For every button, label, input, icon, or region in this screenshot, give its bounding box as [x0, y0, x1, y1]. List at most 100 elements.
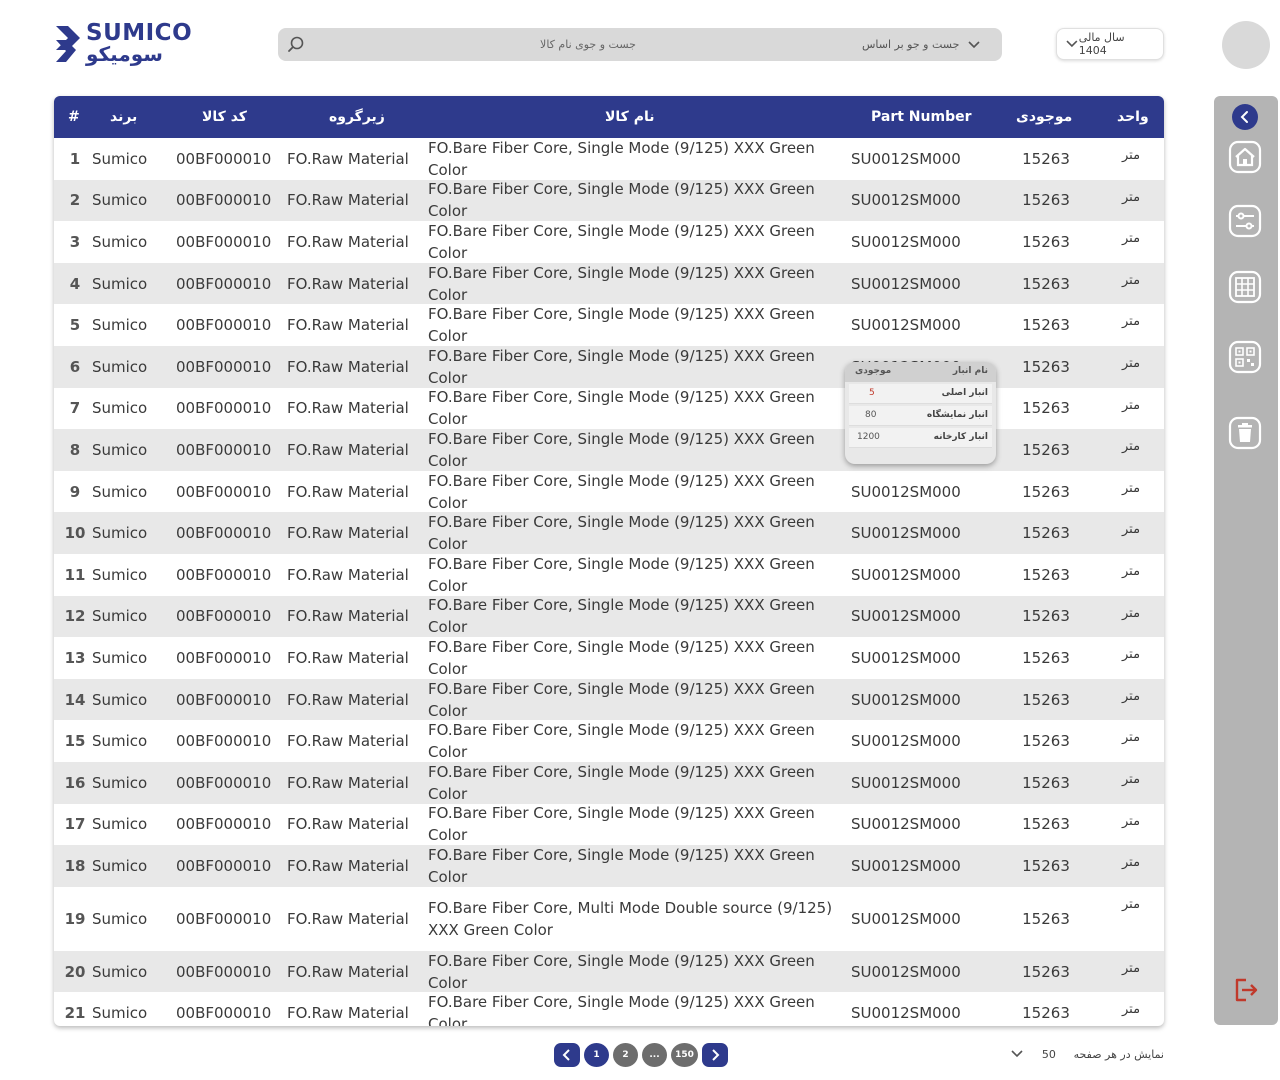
logo-chevrons-icon — [56, 26, 80, 62]
cell-code: 00BF000010 — [176, 357, 272, 376]
row-index: 21 — [64, 1004, 86, 1023]
table-row[interactable]: 11 Sumico 00BF000010 FO.Raw Material FO.Bare… — [54, 554, 1164, 596]
cell-part-number: SU0012SM000 — [851, 815, 961, 834]
page-button[interactable]: 1 — [584, 1043, 609, 1067]
row-index: 4 — [69, 274, 81, 293]
cell-stock[interactable]: 15263 — [1016, 263, 1076, 305]
prev-page-button[interactable] — [554, 1043, 580, 1067]
search-icon[interactable] — [286, 35, 306, 55]
cell-stock[interactable]: 15263 — [1016, 554, 1076, 596]
home-icon[interactable] — [1228, 140, 1262, 174]
row-index: 7 — [69, 399, 81, 418]
search-by-dropdown[interactable]: جست و جو بر اساس — [862, 28, 992, 61]
table-row[interactable]: 4 Sumico 00BF000010 FO.Raw Material FO.Bare … — [54, 262, 1164, 305]
search-bar: جست و جو بر اساس — [278, 28, 1002, 61]
trash-icon[interactable] — [1228, 416, 1262, 450]
table-row[interactable]: 14 Sumico 00BF000010 FO.Raw Material FO.Bare… — [54, 678, 1164, 721]
cell-stock[interactable]: 15263 — [1016, 720, 1076, 762]
table-row[interactable]: 6 Sumico 00BF000010 FO.Raw Material FO.Bare … — [54, 346, 1164, 388]
table-row[interactable]: 12 Sumico 00BF000010 FO.Raw Material FO.Bare… — [54, 595, 1164, 638]
cell-stock[interactable]: 15263 — [1016, 429, 1076, 471]
cell-stock[interactable]: 15263 — [1016, 845, 1076, 887]
avatar[interactable] — [1222, 21, 1270, 69]
fiscal-year-select[interactable]: سال مالی 1404 — [1056, 28, 1164, 60]
cell-subgroup: FO.Raw Material — [287, 440, 409, 459]
cell-subgroup: FO.Raw Material — [287, 399, 409, 418]
cell-name: FO.Bare Fiber Core, Single Mode (9/125) … — [428, 471, 815, 512]
table-row[interactable]: 21 Sumico 00BF000010 FO.Raw Material FO.Bare… — [54, 992, 1164, 1026]
qr-code-icon[interactable] — [1228, 340, 1262, 374]
cell-stock[interactable]: 15263 — [1016, 637, 1076, 679]
cell-subgroup: FO.Raw Material — [287, 482, 409, 501]
row-index: 20 — [64, 962, 86, 981]
cell-part-number: SU0012SM000 — [851, 191, 961, 210]
table-row[interactable]: 5 Sumico 00BF000010 FO.Raw Material FO.Bare … — [54, 304, 1164, 346]
cell-stock[interactable]: 15263 — [1016, 346, 1076, 388]
table-row[interactable]: 18 Sumico 00BF000010 FO.Raw Material FO.Bare… — [54, 845, 1164, 887]
cell-stock[interactable]: 15263 — [1016, 679, 1076, 721]
next-page-button[interactable] — [702, 1043, 728, 1067]
popup-col-stock: موجودی — [855, 366, 892, 376]
cell-stock[interactable]: 15263 — [1016, 951, 1076, 993]
cell-part-number: SU0012SM000 — [851, 524, 961, 543]
table-row[interactable]: 10 Sumico 00BF000010 FO.Raw Material FO.Bare… — [54, 512, 1164, 554]
cell-stock[interactable]: 15263 — [1016, 596, 1076, 638]
cell-stock[interactable]: 15263 — [1016, 138, 1076, 180]
chevron-left-icon — [562, 1049, 570, 1061]
col-header-unit[interactable]: واحد — [1117, 96, 1149, 138]
cell-stock[interactable]: 15263 — [1016, 304, 1076, 346]
grid-table-icon[interactable] — [1228, 270, 1262, 304]
settings-sliders-icon[interactable] — [1228, 204, 1262, 238]
sumico-logo[interactable]: SUMICO سومیکو — [54, 20, 204, 66]
cell-stock[interactable]: 15263 — [1016, 221, 1076, 263]
table-row[interactable]: 8 Sumico 00BF000010 FO.Raw Material FO.Bare … — [54, 429, 1164, 471]
cell-unit: متر — [1121, 564, 1141, 579]
table-row[interactable]: 17 Sumico 00BF000010 FO.Raw Material FO.Bare… — [54, 804, 1164, 846]
sidebar-collapse-button[interactable] — [1232, 104, 1258, 130]
page-button[interactable]: 2 — [613, 1043, 638, 1067]
table-row[interactable]: 9 Sumico 00BF000010 FO.Raw Material FO.Bare … — [54, 471, 1164, 513]
cell-stock[interactable]: 15263 — [1016, 471, 1076, 513]
cell-stock[interactable]: 15263 — [1016, 762, 1076, 804]
col-header-brand[interactable]: برند — [110, 96, 137, 138]
cell-subgroup: FO.Raw Material — [287, 773, 409, 792]
table-row[interactable]: 7 Sumico 00BF000010 FO.Raw Material FO.Bare … — [54, 388, 1164, 430]
table-row[interactable]: 2 Sumico 00BF000010 FO.Raw Material FO.Bare … — [54, 179, 1164, 222]
col-header-name[interactable]: نام کالا — [605, 96, 654, 138]
cell-code: 00BF000010 — [176, 274, 272, 293]
cell-stock[interactable]: 15263 — [1016, 992, 1076, 1026]
table-row[interactable]: 15 Sumico 00BF000010 FO.Raw Material FO.Bare… — [54, 720, 1164, 762]
fiscal-year-value: سال مالی 1404 — [1078, 31, 1125, 57]
cell-stock[interactable]: 15263 — [1016, 887, 1076, 951]
cell-code: 00BF000010 — [176, 191, 272, 210]
cell-brand: Sumico — [92, 357, 148, 376]
col-header-index[interactable]: # — [68, 96, 80, 138]
table-row[interactable]: 16 Sumico 00BF000010 FO.Raw Material FO.Bare… — [54, 762, 1164, 804]
cell-stock[interactable]: 15263 — [1016, 512, 1076, 554]
row-index: 10 — [64, 524, 86, 543]
per-page-selector[interactable]: 50 نمایش در هر صفحه — [1010, 1044, 1164, 1064]
table-row[interactable]: 20 Sumico 00BF000010 FO.Raw Material FO.Bare… — [54, 950, 1164, 993]
cell-subgroup: FO.Raw Material — [287, 690, 409, 709]
cell-stock[interactable]: 15263 — [1016, 388, 1076, 430]
cell-name: FO.Bare Fiber Core, Single Mode (9/125) … — [428, 429, 815, 470]
table-row[interactable]: 19 Sumico 00BF000010 FO.Raw Material FO.Bare… — [54, 887, 1164, 951]
table-row[interactable]: 1 Sumico 00BF000010 FO.Raw Material FO.Bare … — [54, 138, 1164, 180]
cell-subgroup: FO.Raw Material — [287, 524, 409, 543]
table-row[interactable]: 13 Sumico 00BF000010 FO.Raw Material FO.Bare… — [54, 637, 1164, 679]
logout-icon[interactable] — [1228, 973, 1262, 1007]
cell-stock[interactable]: 15263 — [1016, 804, 1076, 846]
table-row[interactable]: 3 Sumico 00BF000010 FO.Raw Material FO.Bare … — [54, 221, 1164, 263]
search-input[interactable] — [318, 28, 858, 61]
col-header-subgroup[interactable]: زیرگروه — [329, 96, 385, 138]
row-index: 2 — [69, 191, 81, 210]
cell-unit: متر — [1121, 647, 1141, 663]
cell-code: 00BF000010 — [176, 316, 272, 335]
col-header-part-number[interactable]: Part Number — [871, 96, 972, 138]
cell-part-number: SU0012SM000 — [851, 648, 961, 667]
page-button[interactable]: 150 — [671, 1043, 698, 1067]
col-header-stock[interactable]: موجودی — [1016, 96, 1072, 138]
cell-stock[interactable]: 15263 — [1016, 180, 1076, 222]
col-header-code[interactable]: کد کالا — [202, 96, 247, 138]
cell-code: 00BF000010 — [176, 856, 272, 875]
